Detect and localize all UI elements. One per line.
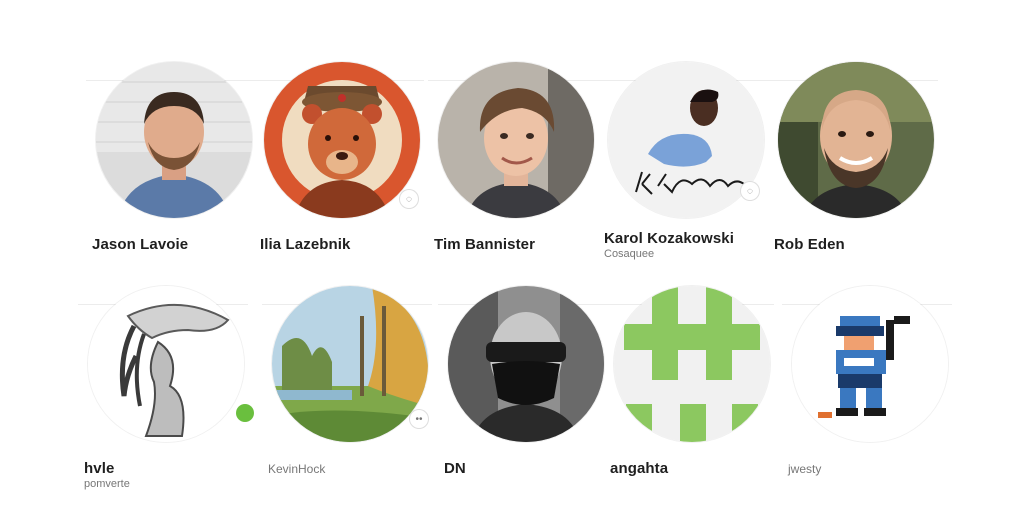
profile-name[interactable]: Rob Eden xyxy=(774,236,845,253)
green-identicon-icon xyxy=(614,286,770,442)
profile-card-9[interactable]: angahta xyxy=(604,286,779,506)
avatar[interactable] xyxy=(778,62,934,218)
chat-bubble-icon: ◌ xyxy=(741,182,759,200)
bear-illustration-icon xyxy=(264,62,420,218)
profile-name[interactable]: angahta xyxy=(610,460,668,477)
profile-card-6[interactable]: hvle pomverte xyxy=(78,286,254,506)
profile-card-4[interactable]: ◌ Karol Kozakowski Cosaquee xyxy=(598,62,773,282)
avatar[interactable] xyxy=(614,286,770,442)
creature-drawing-icon xyxy=(88,286,244,442)
profile-handle[interactable]: pomverte xyxy=(84,478,130,490)
profile-name[interactable]: Tim Bannister xyxy=(434,236,535,253)
profile-card-5[interactable]: Rob Eden xyxy=(768,62,943,282)
avatar[interactable] xyxy=(88,286,244,442)
profile-grid: Jason Lavoie ◌ Ilia Lazebnik Tim Bannist… xyxy=(0,0,1024,522)
profile-name[interactable]: Karol Kozakowski xyxy=(604,230,734,247)
profile-name[interactable]: DN xyxy=(444,460,466,477)
person-photo-icon xyxy=(778,62,934,218)
profile-card-3[interactable]: Tim Bannister xyxy=(428,62,603,282)
green-apple-icon xyxy=(236,404,254,422)
avatar[interactable] xyxy=(608,62,764,218)
person-photo-icon xyxy=(96,62,252,218)
profile-card-7[interactable]: •• KevinHock xyxy=(262,286,437,506)
avatar[interactable] xyxy=(272,286,428,442)
avatar[interactable] xyxy=(792,286,948,442)
profile-card-8[interactable]: DN xyxy=(438,286,613,506)
profile-name[interactable]: hvle xyxy=(84,460,114,477)
profile-handle[interactable]: KevinHock xyxy=(268,462,325,476)
pixel-hockey-player-icon xyxy=(792,286,948,442)
profile-name[interactable]: Jason Lavoie xyxy=(92,236,188,253)
masked-person-icon xyxy=(448,286,604,442)
eyes-icon: •• xyxy=(410,410,428,428)
profile-handle[interactable]: jwesty xyxy=(788,462,821,476)
profile-handle[interactable]: Cosaquee xyxy=(604,248,654,260)
person-photo-icon xyxy=(438,62,594,218)
profile-name[interactable]: Ilia Lazebnik xyxy=(260,236,351,253)
landscape-painting-icon xyxy=(272,286,428,442)
avatar[interactable] xyxy=(264,62,420,218)
chat-bubble-icon: ◌ xyxy=(400,190,418,208)
avatar[interactable] xyxy=(96,62,252,218)
sketch-signature-icon xyxy=(608,62,764,218)
avatar[interactable] xyxy=(438,62,594,218)
profile-card-1[interactable]: Jason Lavoie xyxy=(86,62,261,282)
profile-card-10[interactable]: jwesty xyxy=(782,286,957,506)
profile-card-2[interactable]: ◌ Ilia Lazebnik xyxy=(254,62,429,282)
avatar[interactable] xyxy=(448,286,604,442)
